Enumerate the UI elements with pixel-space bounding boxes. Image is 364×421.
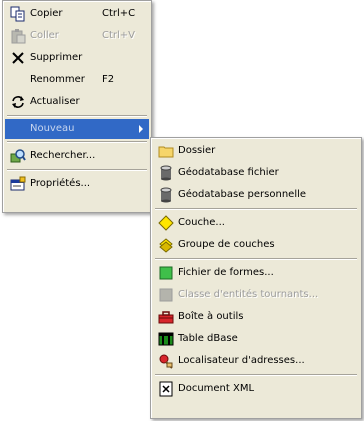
- menu-separator: [7, 141, 147, 143]
- menu-item-label: Coller: [30, 30, 59, 41]
- submenu-item-address-locator[interactable]: Localisateur d'adresses...: [153, 350, 359, 372]
- menu-item-label: Supprimer: [30, 52, 83, 63]
- menu-item-paste[interactable]: Coller Ctrl+V: [5, 25, 149, 47]
- submenu-arrow-icon: [139, 125, 143, 133]
- submenu-item-xml-document[interactable]: Document XML: [153, 378, 359, 400]
- submenu-nouveau: Dossier Géodatabase fichier Géodatabase …: [150, 137, 362, 419]
- xml-document-icon: [159, 381, 173, 397]
- copy-icon: [10, 6, 25, 22]
- submenu-item-toolbox[interactable]: Boîte à outils: [153, 306, 359, 328]
- menu-item-shortcut: Ctrl+C: [102, 8, 136, 19]
- menu-item-search[interactable]: Rechercher...: [5, 145, 149, 167]
- submenu-item-shapefile[interactable]: Fichier de formes...: [153, 262, 359, 284]
- submenu-item-dbase-table[interactable]: Table dBase: [153, 328, 359, 350]
- menu-item-label: Renommer: [30, 74, 85, 85]
- menu-item-label: Table dBase: [178, 333, 238, 344]
- menu-separator: [155, 374, 357, 376]
- submenu-item-group-layer[interactable]: Groupe de couches: [153, 234, 359, 256]
- menu-item-label: Rechercher...: [30, 150, 96, 161]
- menu-item-shortcut: F2: [102, 74, 115, 85]
- menu-item-label: Classe d'entités tournants...: [178, 289, 319, 300]
- menu-item-label: Boîte à outils: [178, 311, 244, 322]
- submenu-item-personal-geodatabase[interactable]: Géodatabase personnelle: [153, 184, 359, 206]
- paste-icon: [11, 29, 26, 44]
- menu-item-label: Localisateur d'adresses...: [178, 355, 305, 366]
- layer-icon: [158, 215, 174, 231]
- menu-item-label: Couche...: [178, 217, 225, 228]
- menu-item-label: Géodatabase personnelle: [178, 189, 307, 200]
- dbase-table-icon: [158, 332, 174, 346]
- menu-item-properties[interactable]: Propriétés...: [5, 173, 149, 195]
- menu-item-shortcut: Ctrl+V: [102, 30, 136, 41]
- menu-item-label: Copier: [30, 8, 63, 19]
- menu-separator: [155, 258, 357, 260]
- menu-item-label: Document XML: [178, 383, 255, 394]
- menu-item-copy[interactable]: Copier Ctrl+C: [5, 3, 149, 25]
- shapefile-icon: [159, 266, 173, 280]
- menu-item-label: Géodatabase fichier: [178, 167, 279, 178]
- turn-feature-class-icon: [159, 288, 173, 302]
- context-menu: Copier Ctrl+C Coller Ctrl+V Supprimer Re…: [2, 0, 152, 213]
- menu-item-label: Groupe de couches: [178, 239, 275, 250]
- menu-separator: [155, 208, 357, 210]
- submenu-item-folder[interactable]: Dossier: [153, 140, 359, 162]
- menu-item-label: Fichier de formes...: [178, 267, 274, 278]
- delete-icon: [12, 52, 24, 64]
- folder-icon: [158, 146, 174, 158]
- menu-item-rename[interactable]: Renommer F2: [5, 69, 149, 91]
- toolbox-icon: [158, 311, 174, 324]
- menu-item-new[interactable]: Nouveau: [5, 119, 149, 139]
- submenu-item-file-geodatabase[interactable]: Géodatabase fichier: [153, 162, 359, 184]
- personal-geodatabase-icon: [160, 187, 172, 203]
- file-geodatabase-icon: [160, 165, 172, 181]
- refresh-icon: [12, 96, 24, 108]
- submenu-item-layer[interactable]: Couche...: [153, 212, 359, 234]
- menu-item-refresh[interactable]: Actualiser: [5, 91, 149, 113]
- group-layer-icon: [159, 238, 173, 253]
- menu-item-label: Actualiser: [30, 96, 80, 107]
- menu-separator: [7, 169, 147, 171]
- menu-item-label: Dossier: [178, 145, 216, 156]
- menu-item-label: Nouveau: [30, 123, 75, 134]
- search-icon: [10, 149, 26, 163]
- address-locator-icon: [159, 354, 173, 369]
- menu-item-delete[interactable]: Supprimer: [5, 47, 149, 69]
- menu-separator: [7, 115, 147, 117]
- submenu-item-turn-feature-class[interactable]: Classe d'entités tournants...: [153, 284, 359, 306]
- properties-icon: [10, 176, 26, 191]
- menu-item-label: Propriétés...: [30, 178, 91, 189]
